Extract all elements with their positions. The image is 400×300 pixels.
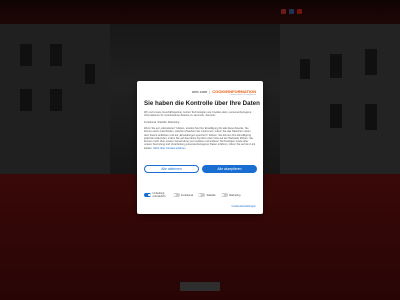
toggle-switch[interactable] bbox=[144, 193, 151, 197]
toggle-label: Funktional bbox=[181, 193, 193, 197]
dialog-title: Sie haben die Kontrolle über Ihre Daten bbox=[144, 100, 260, 107]
toggle-statistics[interactable]: Statistik bbox=[197, 192, 216, 198]
brand-separator: | bbox=[209, 89, 211, 94]
toggle-label: Marketing bbox=[229, 193, 241, 197]
toggle-switch[interactable] bbox=[220, 193, 228, 197]
purposes-text: Funktional, Statistik, Marketing bbox=[144, 121, 180, 124]
details-text: Wenn Sie auf „Akzeptieren" klicken, erte… bbox=[144, 127, 256, 150]
brand-logos: one.com | COOKIEINFORMATION Cookie conse… bbox=[191, 89, 256, 96]
toggle-functional[interactable]: Funktional bbox=[172, 192, 193, 198]
consent-toggles: Unbedingt erforderlich Funktional Statis… bbox=[144, 192, 240, 198]
accept-all-button[interactable]: Alle akzeptieren bbox=[202, 165, 257, 173]
intro-text: Wir und unsere Geschäftspartner nutzen T… bbox=[144, 111, 252, 118]
brand-one-com: one.com bbox=[191, 89, 208, 94]
brand-subtitle: Cookie consent & compliance bbox=[229, 94, 256, 96]
toggle-switch[interactable] bbox=[172, 193, 180, 197]
cookie-settings-link[interactable]: Cookie-Einstellungen bbox=[231, 205, 256, 208]
privacy-link[interactable]: Mehr über Cookies erfahren bbox=[153, 147, 185, 150]
cookie-consent-dialog: one.com | COOKIEINFORMATION Cookie conse… bbox=[137, 81, 263, 214]
toggle-necessary[interactable]: Unbedingt erforderlich bbox=[144, 192, 168, 198]
toggle-label: Statistik bbox=[206, 193, 216, 197]
toggle-label: Unbedingt erforderlich bbox=[152, 192, 166, 198]
toggle-switch[interactable] bbox=[197, 193, 205, 197]
toggle-marketing[interactable]: Marketing bbox=[220, 192, 241, 198]
decline-all-button[interactable]: Alle ablehnen bbox=[144, 165, 199, 173]
